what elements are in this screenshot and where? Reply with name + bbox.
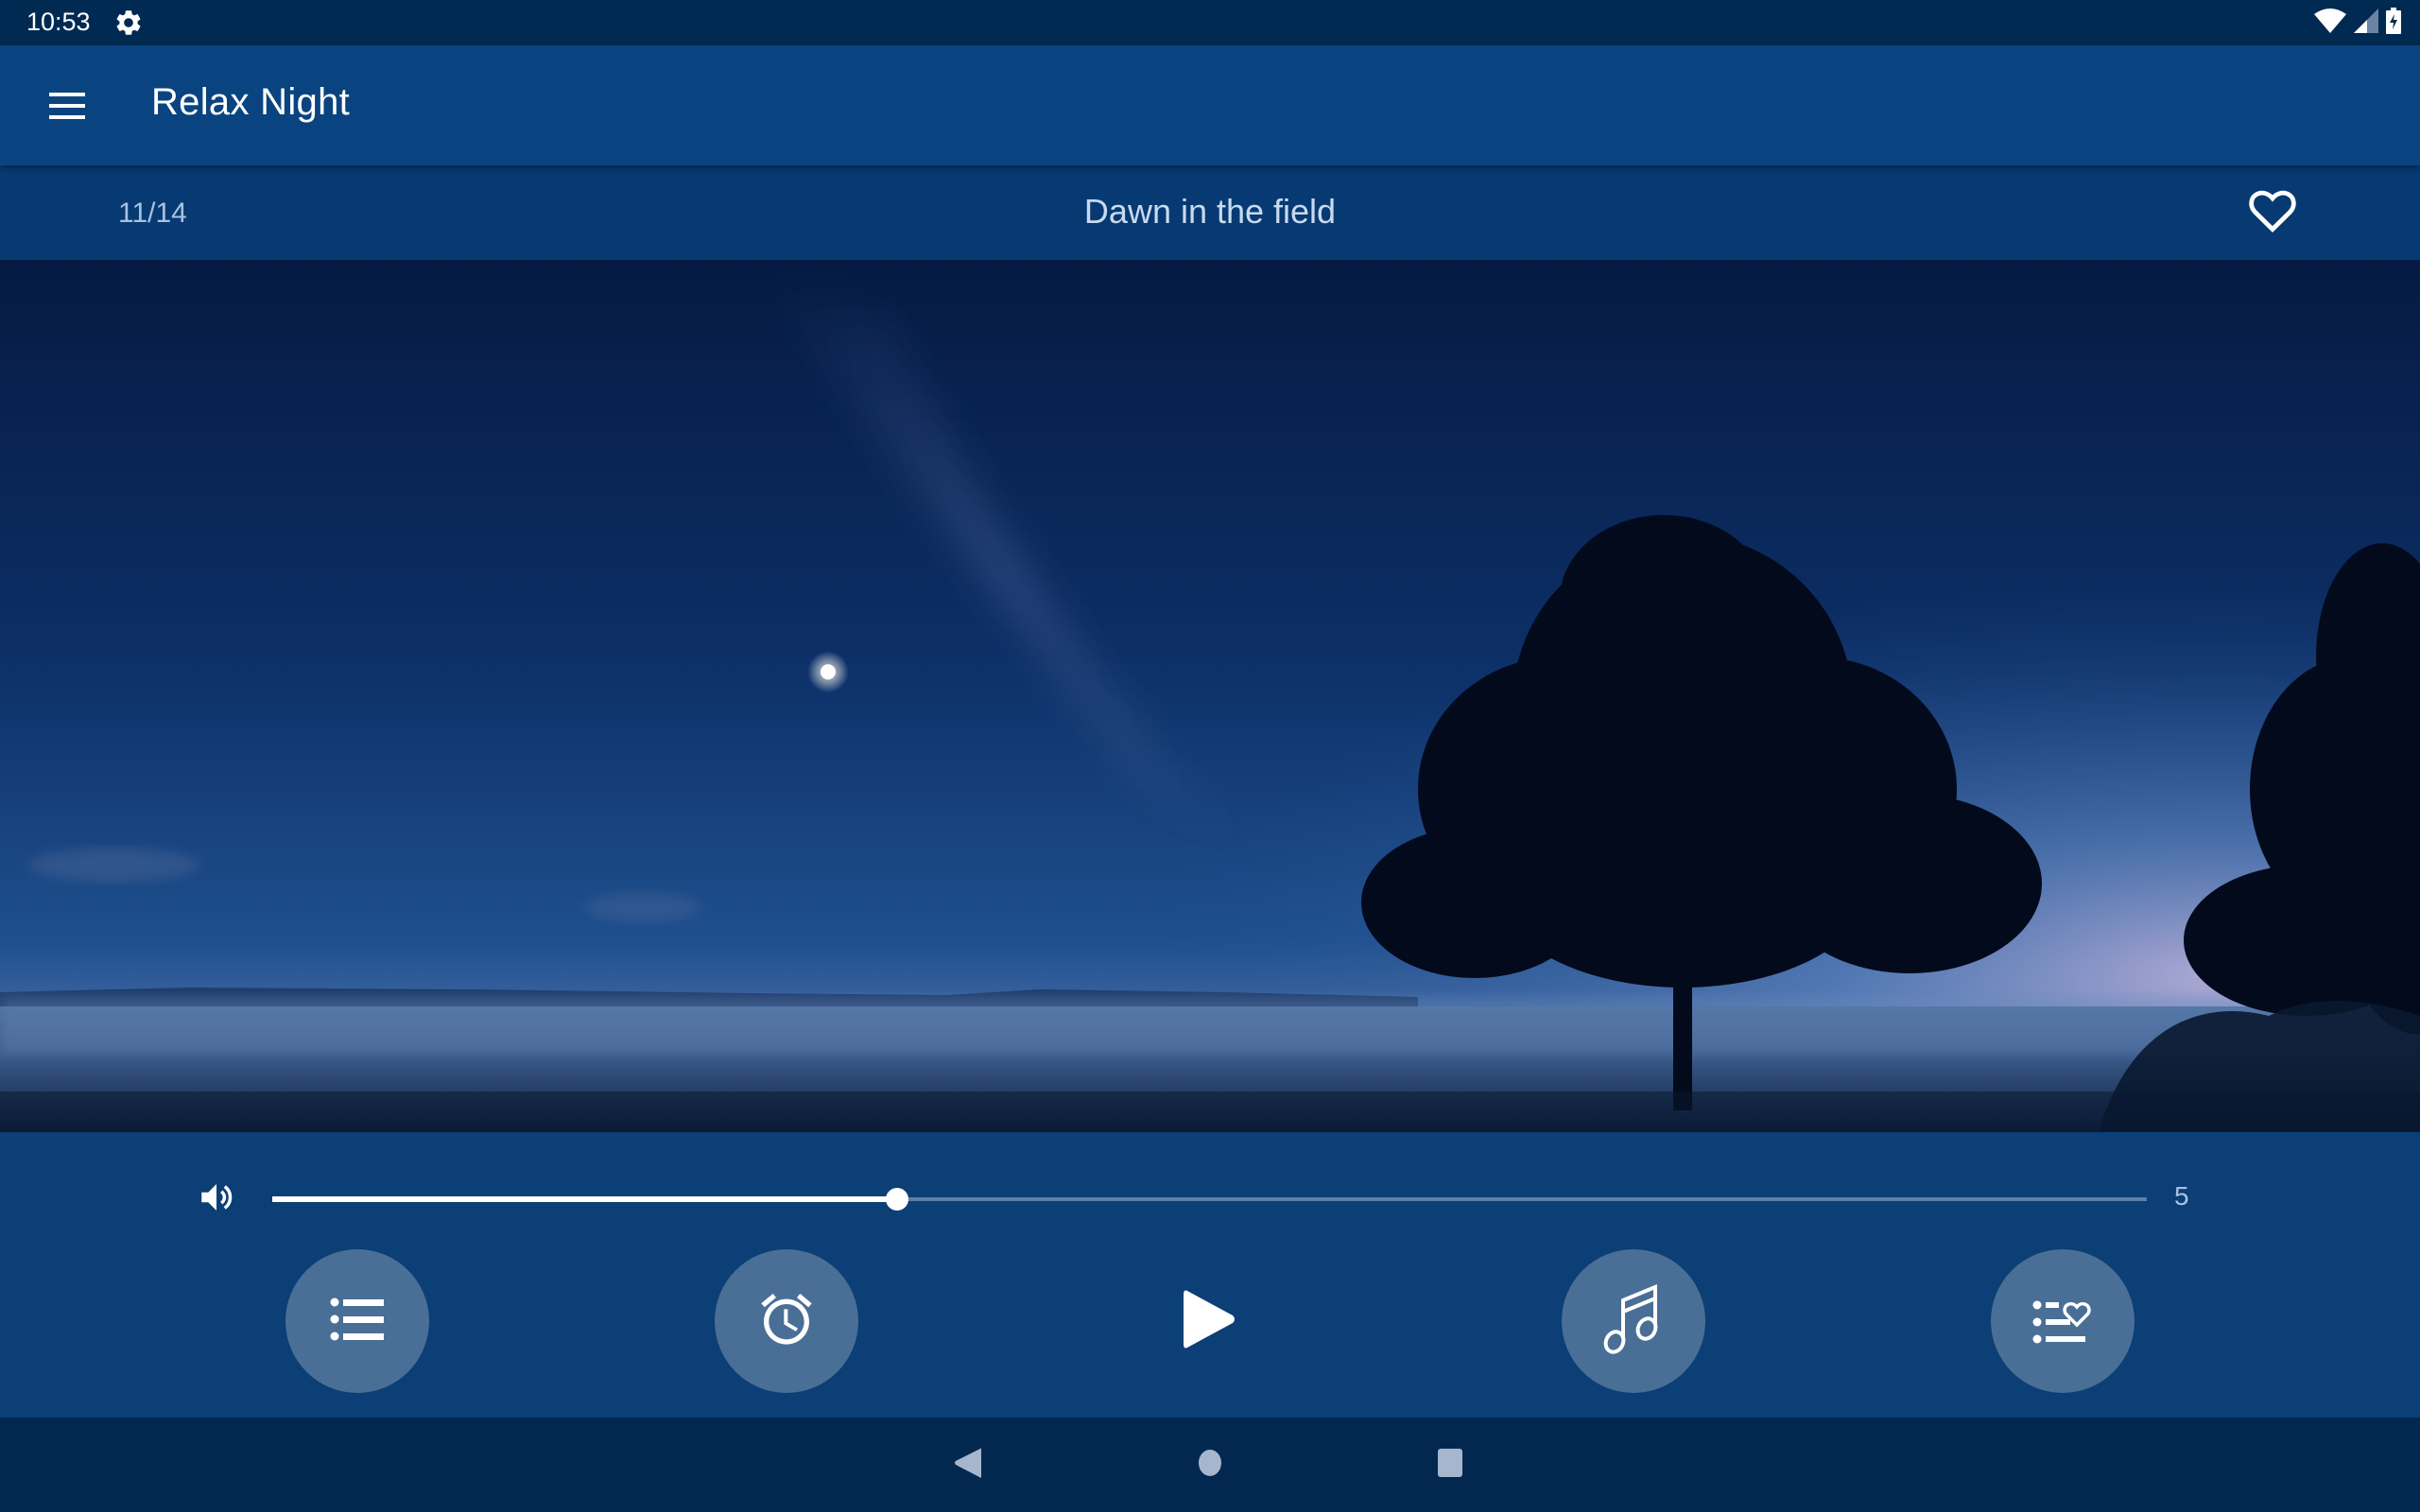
- battery-charging-icon: [2386, 7, 2401, 39]
- cell-signal-icon: [2354, 8, 2378, 38]
- volume-slider-thumb[interactable]: [886, 1188, 908, 1211]
- status-bar: 10:53: [0, 0, 2420, 45]
- sounds-button[interactable]: [1562, 1249, 1705, 1393]
- play-icon: [1184, 1289, 1236, 1354]
- play-button[interactable]: [1138, 1249, 1282, 1393]
- player-controls: 5: [0, 1132, 2420, 1418]
- status-time: 10:53: [26, 8, 91, 36]
- back-triangle-icon: [954, 1447, 982, 1484]
- system-nav-bar: [0, 1418, 2420, 1512]
- speaker-volume-icon[interactable]: [197, 1177, 236, 1217]
- alarm-clock-icon: [756, 1289, 817, 1354]
- now-playing-header: 11/14 Dawn in the field: [0, 165, 2420, 260]
- nav-recents-button[interactable]: [1422, 1442, 1478, 1487]
- menu-button[interactable]: [34, 74, 102, 142]
- settings-gear-icon: [113, 8, 144, 38]
- night-field-illustration: [0, 260, 2420, 1132]
- heart-outline-icon: [2247, 188, 2298, 238]
- favorites-list-button[interactable]: [1991, 1249, 2135, 1393]
- nav-back-button[interactable]: [940, 1442, 996, 1487]
- volume-slider-fill: [272, 1196, 897, 1202]
- scene-artwork: [0, 260, 2420, 1132]
- favorites-list-icon: [2032, 1295, 2093, 1349]
- volume-slider[interactable]: [272, 1188, 2147, 1211]
- nav-home-button[interactable]: [1182, 1442, 1238, 1487]
- wifi-icon: [2314, 8, 2346, 38]
- app-bar: Relax Night: [0, 45, 2420, 165]
- track-title: Dawn in the field: [1083, 192, 1337, 231]
- favorite-button[interactable]: [2240, 184, 2305, 241]
- home-circle-icon: [1197, 1449, 1223, 1482]
- music-note-icon: [1603, 1283, 1664, 1360]
- playlist-button[interactable]: [285, 1249, 429, 1393]
- app-title: Relax Night: [151, 81, 351, 123]
- recents-square-icon: [1437, 1448, 1463, 1483]
- hamburger-menu-icon: [49, 92, 87, 125]
- list-icon: [330, 1297, 385, 1347]
- timer-button[interactable]: [715, 1249, 858, 1393]
- volume-value: 5: [2174, 1181, 2189, 1211]
